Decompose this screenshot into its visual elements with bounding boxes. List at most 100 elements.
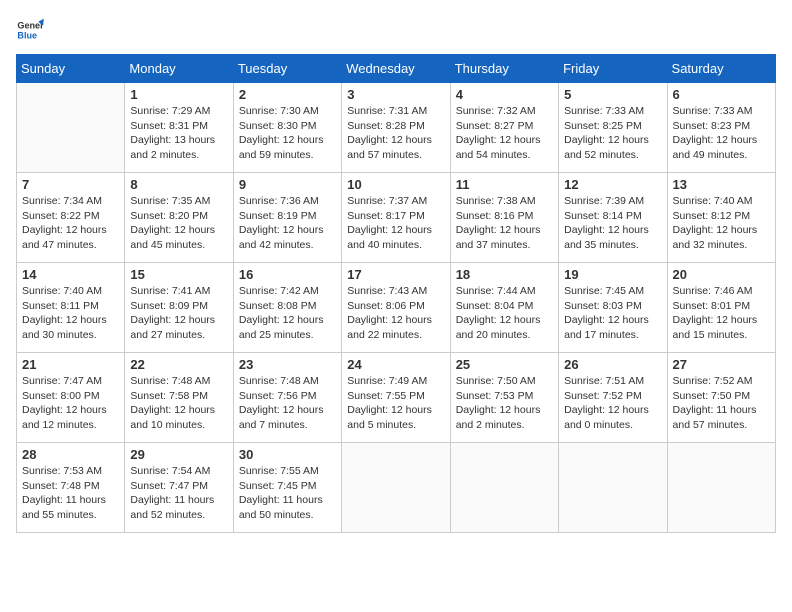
week-row-0: 1Sunrise: 7:29 AMSunset: 8:31 PMDaylight…: [17, 83, 776, 173]
logo: General Blue: [16, 16, 48, 44]
day-info: Sunrise: 7:48 AMSunset: 7:56 PMDaylight:…: [239, 374, 336, 433]
day-cell: 6 Sunrise: 7:33 AMSunset: 8:23 PMDaylight…: [667, 83, 775, 173]
day-info: Sunrise: 7:38 AMSunset: 8:16 PMDaylight:…: [456, 194, 553, 253]
header-saturday: Saturday: [667, 55, 775, 83]
day-info: Sunrise: 7:51 AMSunset: 7:52 PMDaylight:…: [564, 374, 661, 433]
header-wednesday: Wednesday: [342, 55, 450, 83]
day-number: 27: [673, 357, 770, 372]
header-row: SundayMondayTuesdayWednesdayThursdayFrid…: [17, 55, 776, 83]
day-info: Sunrise: 7:32 AMSunset: 8:27 PMDaylight:…: [456, 104, 553, 163]
day-number: 2: [239, 87, 336, 102]
day-info: Sunrise: 7:31 AMSunset: 8:28 PMDaylight:…: [347, 104, 444, 163]
day-cell: [559, 443, 667, 533]
day-number: 17: [347, 267, 444, 282]
day-number: 9: [239, 177, 336, 192]
day-info: Sunrise: 7:53 AMSunset: 7:48 PMDaylight:…: [22, 464, 119, 523]
day-number: 7: [22, 177, 119, 192]
day-number: 22: [130, 357, 227, 372]
day-cell: 17 Sunrise: 7:43 AMSunset: 8:06 PMDayligh…: [342, 263, 450, 353]
day-number: 23: [239, 357, 336, 372]
day-cell: 12 Sunrise: 7:39 AMSunset: 8:14 PMDayligh…: [559, 173, 667, 263]
day-info: Sunrise: 7:44 AMSunset: 8:04 PMDaylight:…: [456, 284, 553, 343]
day-number: 13: [673, 177, 770, 192]
day-info: Sunrise: 7:33 AMSunset: 8:23 PMDaylight:…: [673, 104, 770, 163]
day-number: 25: [456, 357, 553, 372]
week-row-1: 7 Sunrise: 7:34 AMSunset: 8:22 PMDaylight…: [17, 173, 776, 263]
day-cell: 29 Sunrise: 7:54 AMSunset: 7:47 PMDayligh…: [125, 443, 233, 533]
day-info: Sunrise: 7:42 AMSunset: 8:08 PMDaylight:…: [239, 284, 336, 343]
day-number: 14: [22, 267, 119, 282]
day-number: 21: [22, 357, 119, 372]
day-number: 5: [564, 87, 661, 102]
day-cell: 16 Sunrise: 7:42 AMSunset: 8:08 PMDayligh…: [233, 263, 341, 353]
page-header: General Blue: [16, 16, 776, 44]
day-cell: [342, 443, 450, 533]
day-info: Sunrise: 7:41 AMSunset: 8:09 PMDaylight:…: [130, 284, 227, 343]
day-number: 29: [130, 447, 227, 462]
day-cell: 26 Sunrise: 7:51 AMSunset: 7:52 PMDayligh…: [559, 353, 667, 443]
day-cell: 13 Sunrise: 7:40 AMSunset: 8:12 PMDayligh…: [667, 173, 775, 263]
week-row-2: 14 Sunrise: 7:40 AMSunset: 8:11 PMDayligh…: [17, 263, 776, 353]
day-cell: 4 Sunrise: 7:32 AMSunset: 8:27 PMDaylight…: [450, 83, 558, 173]
day-cell: 22 Sunrise: 7:48 AMSunset: 7:58 PMDayligh…: [125, 353, 233, 443]
day-info: Sunrise: 7:37 AMSunset: 8:17 PMDaylight:…: [347, 194, 444, 253]
day-cell: 5 Sunrise: 7:33 AMSunset: 8:25 PMDaylight…: [559, 83, 667, 173]
week-row-3: 21 Sunrise: 7:47 AMSunset: 8:00 PMDayligh…: [17, 353, 776, 443]
day-number: 6: [673, 87, 770, 102]
day-cell: 25 Sunrise: 7:50 AMSunset: 7:53 PMDayligh…: [450, 353, 558, 443]
day-cell: 10 Sunrise: 7:37 AMSunset: 8:17 PMDayligh…: [342, 173, 450, 263]
day-number: 20: [673, 267, 770, 282]
day-cell: 8 Sunrise: 7:35 AMSunset: 8:20 PMDaylight…: [125, 173, 233, 263]
header-thursday: Thursday: [450, 55, 558, 83]
day-info: Sunrise: 7:55 AMSunset: 7:45 PMDaylight:…: [239, 464, 336, 523]
day-cell: 15 Sunrise: 7:41 AMSunset: 8:09 PMDayligh…: [125, 263, 233, 353]
week-row-4: 28 Sunrise: 7:53 AMSunset: 7:48 PMDayligh…: [17, 443, 776, 533]
day-cell: 7 Sunrise: 7:34 AMSunset: 8:22 PMDaylight…: [17, 173, 125, 263]
day-info: Sunrise: 7:49 AMSunset: 7:55 PMDaylight:…: [347, 374, 444, 433]
header-friday: Friday: [559, 55, 667, 83]
day-cell: 11 Sunrise: 7:38 AMSunset: 8:16 PMDayligh…: [450, 173, 558, 263]
day-cell: 9Sunrise: 7:36 AMSunset: 8:19 PMDaylight…: [233, 173, 341, 263]
day-number: 28: [22, 447, 119, 462]
header-monday: Monday: [125, 55, 233, 83]
logo-icon: General Blue: [16, 16, 44, 44]
day-number: 12: [564, 177, 661, 192]
day-number: 4: [456, 87, 553, 102]
day-info: Sunrise: 7:35 AMSunset: 8:20 PMDaylight:…: [130, 194, 227, 253]
day-cell: 19 Sunrise: 7:45 AMSunset: 8:03 PMDayligh…: [559, 263, 667, 353]
day-number: 11: [456, 177, 553, 192]
day-cell: 24 Sunrise: 7:49 AMSunset: 7:55 PMDayligh…: [342, 353, 450, 443]
day-info: Sunrise: 7:54 AMSunset: 7:47 PMDaylight:…: [130, 464, 227, 523]
day-cell: 2Sunrise: 7:30 AMSunset: 8:30 PMDaylight…: [233, 83, 341, 173]
day-cell: 20Sunrise: 7:46 AMSunset: 8:01 PMDayligh…: [667, 263, 775, 353]
day-info: Sunrise: 7:39 AMSunset: 8:14 PMDaylight:…: [564, 194, 661, 253]
day-cell: 28 Sunrise: 7:53 AMSunset: 7:48 PMDayligh…: [17, 443, 125, 533]
day-number: 10: [347, 177, 444, 192]
day-info: Sunrise: 7:43 AMSunset: 8:06 PMDaylight:…: [347, 284, 444, 343]
day-info: Sunrise: 7:40 AMSunset: 8:12 PMDaylight:…: [673, 194, 770, 253]
day-cell: 18 Sunrise: 7:44 AMSunset: 8:04 PMDayligh…: [450, 263, 558, 353]
day-cell: 21 Sunrise: 7:47 AMSunset: 8:00 PMDayligh…: [17, 353, 125, 443]
day-number: 24: [347, 357, 444, 372]
day-cell: [17, 83, 125, 173]
header-tuesday: Tuesday: [233, 55, 341, 83]
day-info: Sunrise: 7:34 AMSunset: 8:22 PMDaylight:…: [22, 194, 119, 253]
day-number: 30: [239, 447, 336, 462]
day-number: 16: [239, 267, 336, 282]
svg-text:Blue: Blue: [17, 30, 37, 40]
day-number: 18: [456, 267, 553, 282]
day-number: 19: [564, 267, 661, 282]
day-cell: [667, 443, 775, 533]
day-info: Sunrise: 7:29 AMSunset: 8:31 PMDaylight:…: [130, 104, 227, 163]
day-number: 15: [130, 267, 227, 282]
day-info: Sunrise: 7:48 AMSunset: 7:58 PMDaylight:…: [130, 374, 227, 433]
day-number: 26: [564, 357, 661, 372]
day-info: Sunrise: 7:40 AMSunset: 8:11 PMDaylight:…: [22, 284, 119, 343]
calendar-table: SundayMondayTuesdayWednesdayThursdayFrid…: [16, 54, 776, 533]
day-cell: 3Sunrise: 7:31 AMSunset: 8:28 PMDaylight…: [342, 83, 450, 173]
day-info: Sunrise: 7:50 AMSunset: 7:53 PMDaylight:…: [456, 374, 553, 433]
day-info: Sunrise: 7:33 AMSunset: 8:25 PMDaylight:…: [564, 104, 661, 163]
day-number: 8: [130, 177, 227, 192]
day-info: Sunrise: 7:45 AMSunset: 8:03 PMDaylight:…: [564, 284, 661, 343]
day-info: Sunrise: 7:47 AMSunset: 8:00 PMDaylight:…: [22, 374, 119, 433]
